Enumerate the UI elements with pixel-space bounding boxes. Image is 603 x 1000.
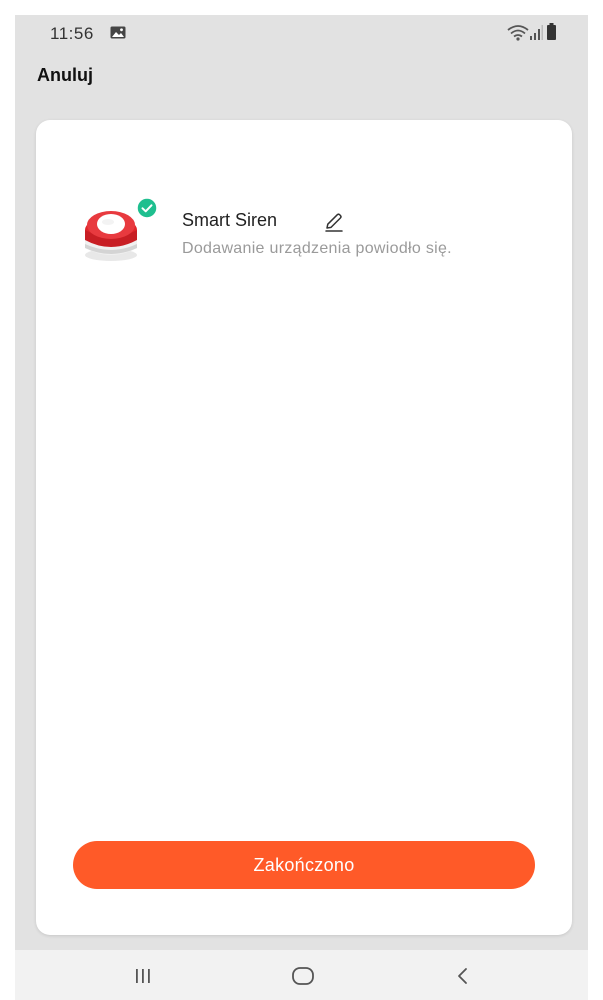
status-time: 11:56 xyxy=(50,24,94,43)
gallery-notification-icon xyxy=(110,26,126,39)
result-card: Smart Siren Dodawanie urządzenia powiodł… xyxy=(36,120,572,935)
done-button[interactable]: Zakończono xyxy=(73,841,535,889)
home-icon[interactable] xyxy=(291,966,315,986)
device-row: Smart Siren Dodawanie urządzenia powiodł… xyxy=(36,197,572,270)
app-screen: 11:56 Anuluj Smart Siren Dodawanie urząd… xyxy=(15,15,588,1000)
navigation-bar xyxy=(15,950,588,1000)
cancel-button[interactable]: Anuluj xyxy=(37,65,93,86)
check-badge-icon xyxy=(136,197,158,219)
battery-icon xyxy=(547,23,556,40)
back-icon[interactable] xyxy=(455,966,471,986)
device-name: Smart Siren xyxy=(182,210,278,230)
device-status-text: Dodawanie urządzenia powiodło się. xyxy=(182,240,452,257)
wifi-icon xyxy=(507,25,529,41)
pencil-icon[interactable] xyxy=(322,210,346,234)
top-bar: Anuluj xyxy=(15,51,588,101)
signal-icon xyxy=(530,25,543,40)
status-bar: 11:56 xyxy=(15,15,588,51)
recent-apps-icon[interactable] xyxy=(133,967,153,985)
